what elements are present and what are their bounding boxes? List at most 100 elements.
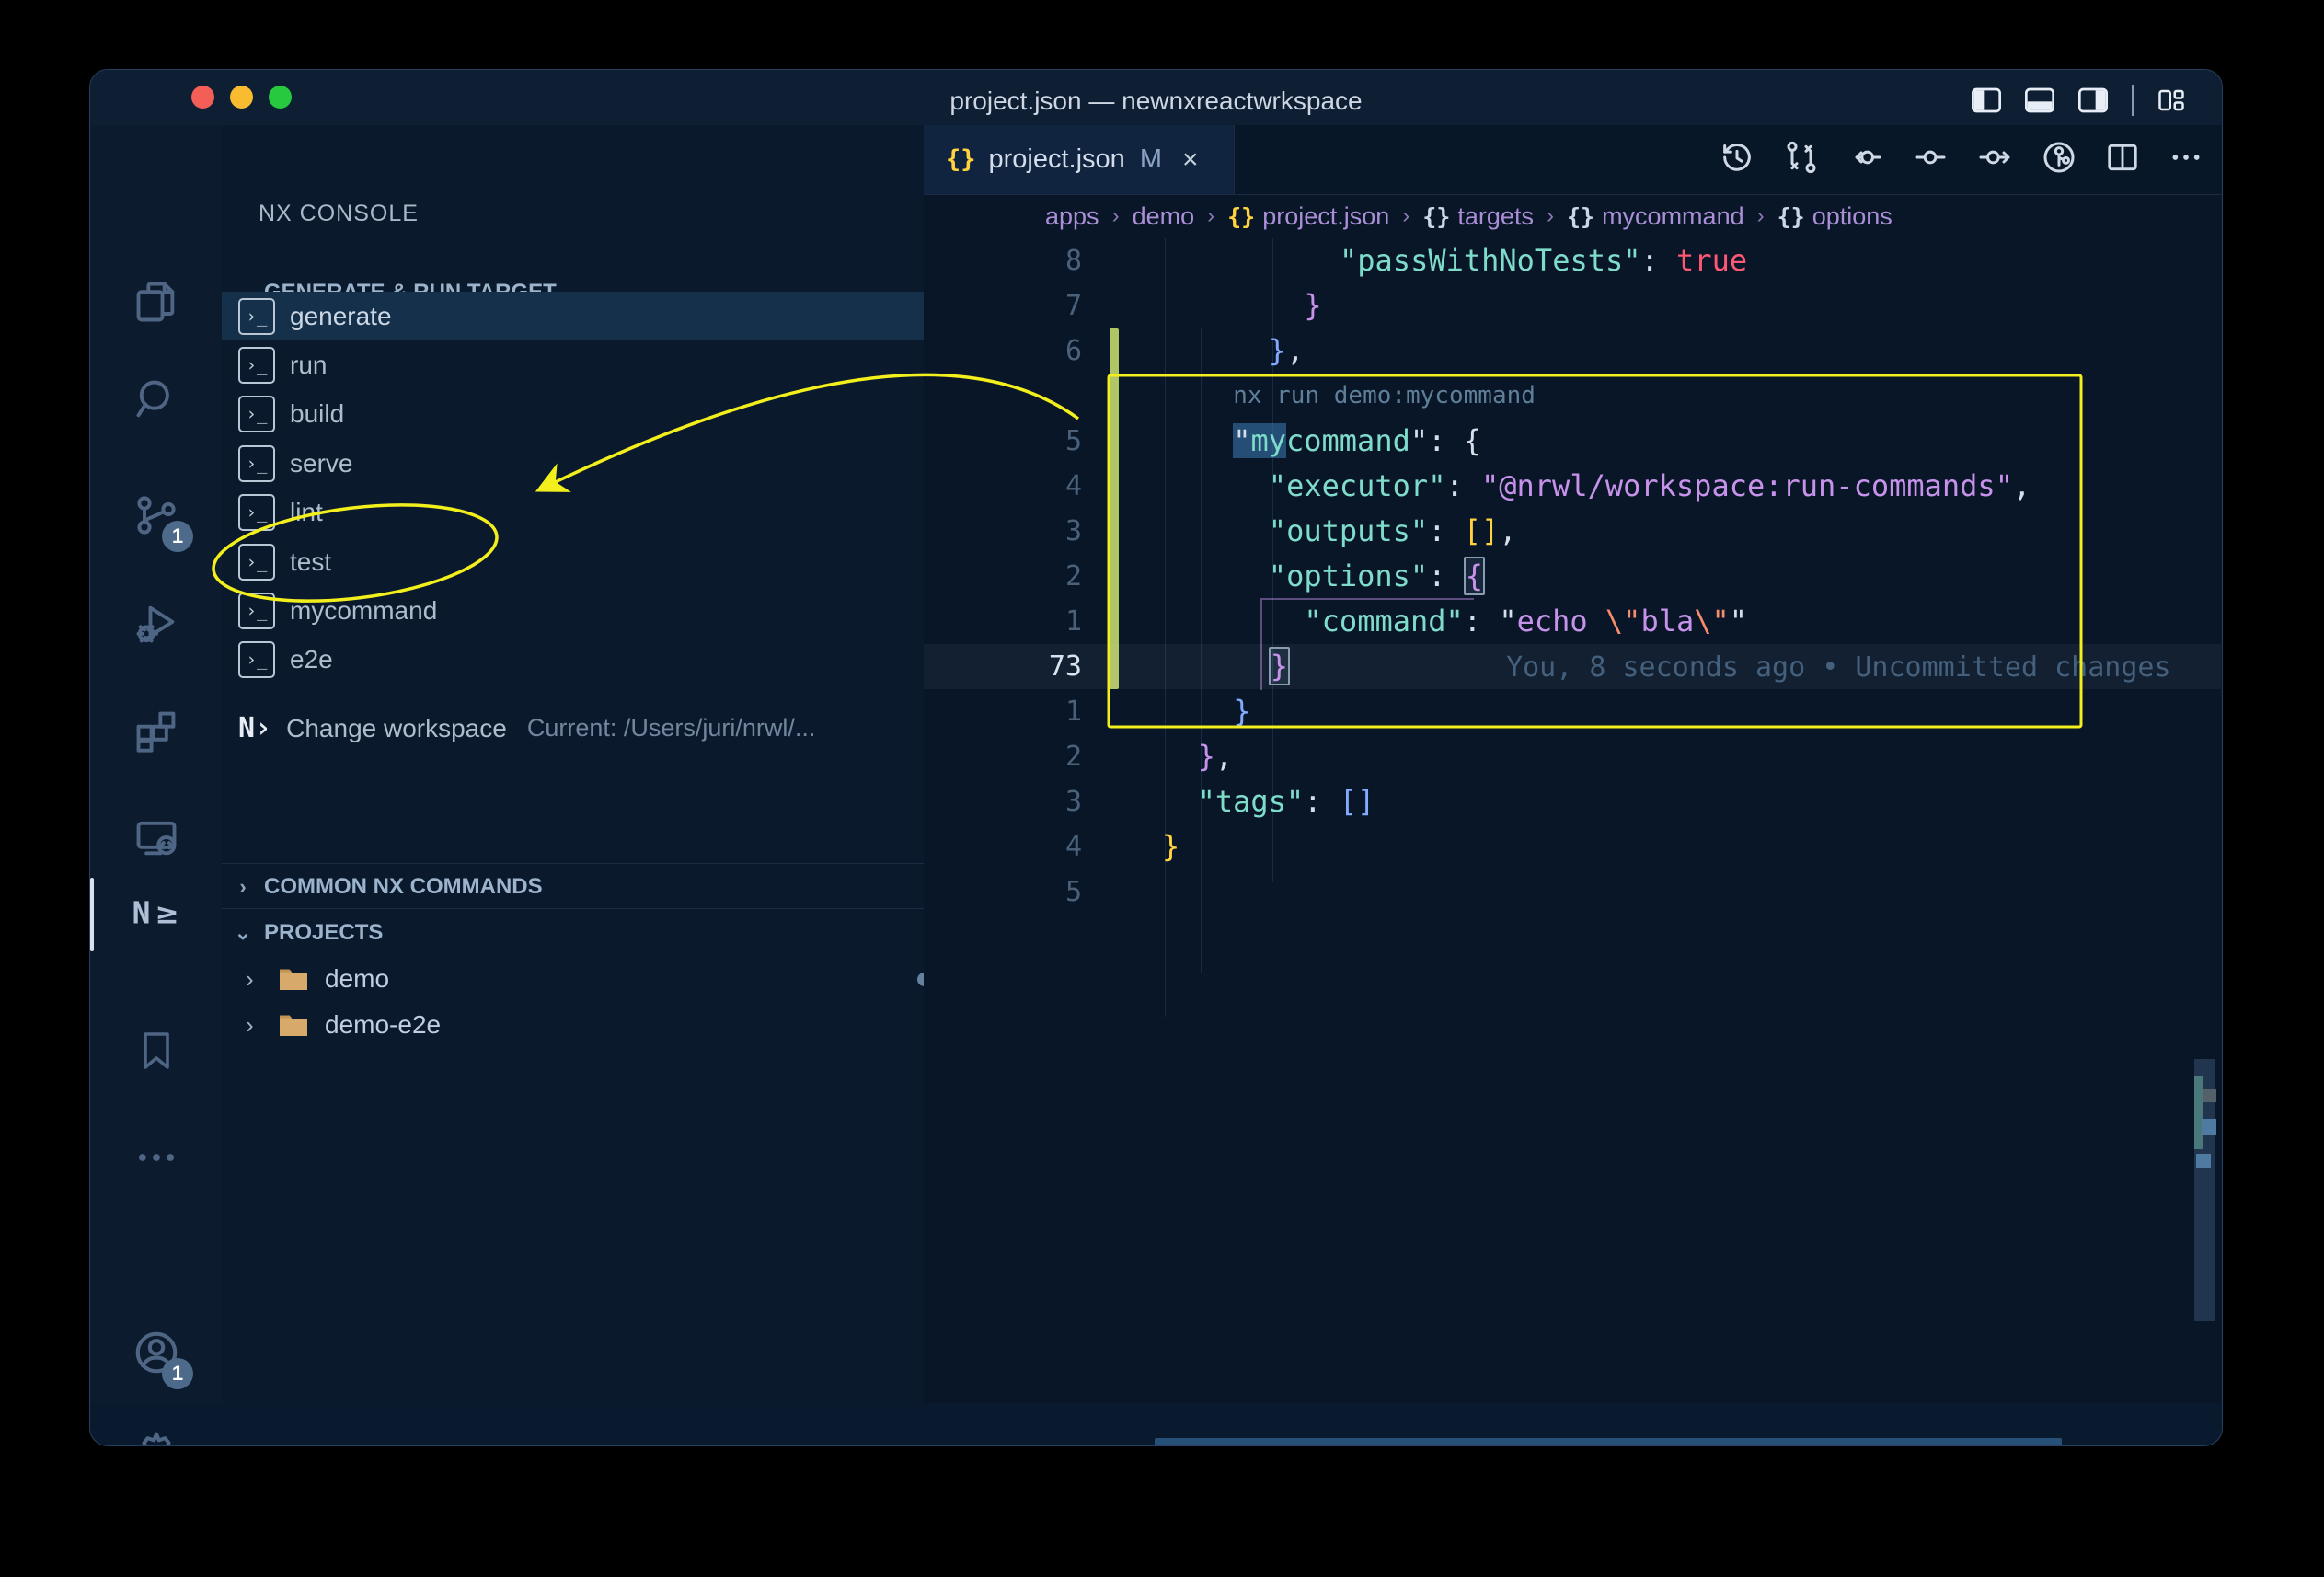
- title-bar[interactable]: project.json — newnxreactwrkspace: [90, 70, 2222, 125]
- close-tab-icon[interactable]: ×: [1182, 144, 1199, 176]
- nx-icon: N≥: [131, 894, 182, 936]
- target-item-lint[interactable]: ›_lint: [222, 489, 924, 537]
- code-token: :: [1304, 784, 1340, 819]
- customize-layout-icon[interactable]: [2157, 86, 2185, 114]
- line-number: 2: [924, 554, 1082, 599]
- activity-more-views[interactable]: [90, 1115, 222, 1203]
- chevron-right-icon: ›: [222, 875, 264, 899]
- activity-source-control[interactable]: 1: [90, 473, 222, 561]
- line-number: 5: [924, 419, 1082, 464]
- breadcrumb-item-mycommand[interactable]: {}mycommand: [1567, 202, 1744, 231]
- code-token: []: [1340, 784, 1375, 819]
- code-token: }: [1233, 694, 1250, 729]
- code-token: ,: [2013, 468, 2031, 503]
- code-line[interactable]: 5"mycommand": {: [924, 419, 2221, 464]
- section-label: PROJECTS: [264, 920, 383, 946]
- code-line[interactable]: 1"command": "echo \"bla\"": [924, 599, 2221, 644]
- activity-bar: 1N≥11: [90, 125, 223, 1403]
- files-icon: [132, 278, 180, 330]
- json-icon: {}: [1422, 203, 1450, 230]
- tab-project-json[interactable]: {} project.json M ×: [924, 125, 1235, 194]
- project-item-demo-e2e[interactable]: ›demo-e2e: [222, 1002, 924, 1048]
- tab-strip: {} project.json M ×: [924, 125, 2221, 195]
- line-number: 4: [924, 464, 1082, 509]
- code-line[interactable]: 8"passWithNoTests": true: [924, 238, 2221, 283]
- project-item-demo[interactable]: ›demo: [222, 956, 924, 1002]
- target-item-build[interactable]: ›_build: [222, 390, 924, 439]
- breadcrumb-item-options[interactable]: {}options: [1778, 202, 1893, 231]
- desktop: project.json — newnxreactwrkspace 1N≥11 …: [0, 0, 2324, 1577]
- layout-controls[interactable]: [1972, 85, 2185, 116]
- target-item-e2e[interactable]: ›_e2e: [222, 636, 924, 685]
- code-line[interactable]: 2"options": {: [924, 554, 2221, 599]
- activity-extensions[interactable]: [90, 688, 222, 777]
- compare-icon[interactable]: [1783, 139, 1820, 180]
- terminal-icon: ›_: [238, 298, 275, 335]
- target-item-run[interactable]: ›_run: [222, 340, 924, 389]
- history-icon[interactable]: [1719, 139, 1755, 180]
- section-projects[interactable]: ⌄ PROJECTS: [222, 912, 924, 954]
- gutter-change-icon[interactable]: [1912, 139, 1949, 180]
- code-line[interactable]: 3"outputs": [],: [924, 509, 2221, 554]
- breadcrumb[interactable]: apps›demo›{}project.json›{}targets›{}myc…: [1045, 194, 1893, 238]
- code-token: ,: [1215, 739, 1233, 774]
- badge: 1: [162, 521, 193, 552]
- breadcrumb-item-apps[interactable]: apps: [1045, 202, 1099, 231]
- line-number: 4: [924, 824, 1082, 869]
- breadcrumb-item-project.json[interactable]: {}project.json: [1227, 202, 1389, 231]
- code-line[interactable]: 3"tags": []: [924, 779, 2221, 824]
- code-line[interactable]: 7}: [924, 283, 2221, 328]
- breadcrumb-label: apps: [1045, 202, 1099, 231]
- code-line[interactable]: 5: [924, 869, 2221, 915]
- scrollbar-mark: [2203, 1089, 2216, 1102]
- commit-icon[interactable]: [2041, 139, 2077, 180]
- breadcrumb-item-demo[interactable]: demo: [1133, 202, 1195, 231]
- target-label: run: [290, 351, 327, 380]
- code-line[interactable]: 4"executor": "@nrwl/workspace:run-comman…: [924, 464, 2221, 509]
- activity-nx-console[interactable]: N≥: [90, 870, 222, 959]
- more-actions-icon[interactable]: [2168, 139, 2204, 180]
- toggle-sidebar-icon[interactable]: [1972, 87, 2001, 113]
- target-item-serve[interactable]: ›_serve: [222, 439, 924, 488]
- modified-badge: M: [1140, 144, 1162, 175]
- code-lens-run-command[interactable]: nx run demo:mycommand: [1233, 374, 1536, 419]
- search-icon: [132, 375, 180, 428]
- code-line[interactable]: 2},: [924, 734, 2221, 779]
- code-line[interactable]: 6},: [924, 328, 2221, 374]
- section-divider: [222, 863, 924, 864]
- split-editor-icon[interactable]: [2105, 140, 2140, 179]
- code-token: {: [1464, 557, 1485, 595]
- code-lens-line[interactable]: nx run demo:mycommand: [924, 374, 2221, 419]
- target-label: generate: [290, 302, 392, 331]
- code-token: }: [1198, 739, 1215, 774]
- change-workspace-item[interactable]: N› Change workspace Current: /Users/juri…: [222, 704, 924, 753]
- target-item-mycommand[interactable]: ›_mycommand: [222, 586, 924, 635]
- section-common-nx-commands[interactable]: › COMMON NX COMMANDS: [222, 866, 924, 908]
- toggle-secondary-sidebar-icon[interactable]: [2078, 87, 2108, 113]
- breadcrumb-separator: ›: [1207, 203, 1214, 229]
- activity-bookmarks[interactable]: [90, 1008, 222, 1097]
- horizontal-scrollbar[interactable]: [1155, 1438, 2062, 1446]
- chevron-down-icon: ⌄: [222, 921, 264, 945]
- chevron-right-icon: ›: [246, 965, 277, 994]
- code-editor[interactable]: 8"passWithNoTests": true7}6},nx run demo…: [924, 238, 2221, 1066]
- toggle-panel-icon[interactable]: [2025, 87, 2054, 113]
- activity-accounts[interactable]: 1: [90, 1310, 222, 1399]
- breadcrumb-item-targets[interactable]: {}targets: [1422, 202, 1534, 231]
- json-icon: {}: [1227, 203, 1255, 230]
- folder-icon: [277, 965, 310, 993]
- active-indicator: [90, 878, 94, 951]
- target-item-generate[interactable]: ›_ generate: [222, 292, 924, 340]
- next-change-icon[interactable]: [1976, 139, 2013, 180]
- prev-change-icon[interactable]: [1847, 139, 1884, 180]
- activity-settings[interactable]: 1: [90, 1411, 222, 1446]
- editor-group: {} project.json M × apps›demo›{}project.…: [924, 125, 2221, 1403]
- activity-explorer[interactable]: [90, 259, 222, 348]
- activity-search[interactable]: [90, 357, 222, 445]
- code-line[interactable]: 4}: [924, 824, 2221, 869]
- activity-run-debug[interactable]: [90, 581, 222, 670]
- code-line[interactable]: 1}: [924, 689, 2221, 734]
- code-line[interactable]: 73}You, 8 seconds ago • Uncommitted chan…: [924, 644, 2221, 689]
- line-number: 73: [924, 644, 1082, 689]
- target-item-test[interactable]: ›_test: [222, 537, 924, 586]
